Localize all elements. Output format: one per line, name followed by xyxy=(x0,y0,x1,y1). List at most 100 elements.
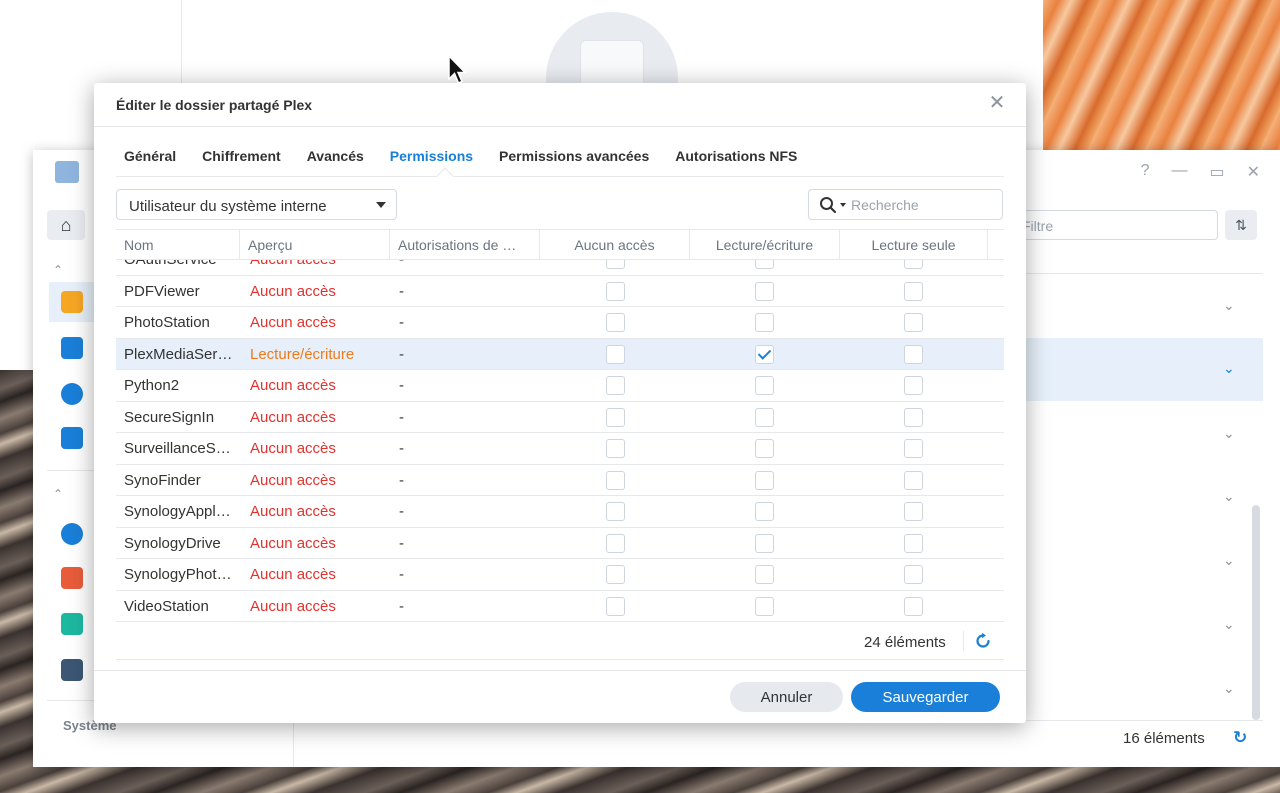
row-preview: Aucun accès xyxy=(250,534,336,552)
filter-input[interactable]: Filtre xyxy=(1013,210,1218,240)
no-access-checkbox[interactable] xyxy=(606,344,625,364)
read-write-checkbox[interactable] xyxy=(755,470,774,490)
no-access-checkbox[interactable] xyxy=(606,533,625,553)
table-row[interactable]: VideoStation Aucun accès - xyxy=(116,591,1004,622)
close-icon[interactable]: ✕ xyxy=(1247,162,1260,182)
read-only-checkbox[interactable] xyxy=(904,407,923,427)
tab-encryption[interactable]: Chiffrement xyxy=(202,148,281,164)
tab-permissions[interactable]: Permissions xyxy=(390,148,473,164)
sort-icon[interactable]: ⇅ xyxy=(1225,210,1257,240)
read-write-checkbox[interactable] xyxy=(755,407,774,427)
shield-icon xyxy=(61,613,83,635)
table-row[interactable]: SynologyDrive Aucun accès - xyxy=(116,528,1004,559)
read-only-checkbox[interactable] xyxy=(904,313,923,332)
row-preview: Lecture/écriture xyxy=(250,345,355,363)
search-options-caret-icon[interactable] xyxy=(840,203,846,207)
row-authorizations: - xyxy=(399,566,404,583)
read-only-checkbox[interactable] xyxy=(904,565,923,584)
read-write-checkbox[interactable] xyxy=(755,565,774,584)
user-type-select-value: Utilisateur du système interne xyxy=(129,198,327,215)
read-write-checkbox[interactable] xyxy=(755,313,774,332)
table-row[interactable]: PhotoStation Aucun accès - xyxy=(116,307,1004,339)
table-body: OAuthServiceAucun accès-PDFViewerAucun a… xyxy=(116,244,1004,622)
chevron-down-icon[interactable]: ⌄ xyxy=(1223,488,1235,505)
chevron-down-icon[interactable]: ⌄ xyxy=(1223,552,1235,569)
cancel-button[interactable]: Annuler xyxy=(730,682,843,712)
read-only-checkbox[interactable] xyxy=(904,502,923,521)
column-header-read-only[interactable]: Lecture seule xyxy=(840,230,988,260)
read-only-checkbox[interactable] xyxy=(904,533,923,553)
mouse-cursor-icon xyxy=(448,55,467,84)
column-header-no-access[interactable]: Aucun accès xyxy=(540,230,690,260)
save-button[interactable]: Sauvegarder xyxy=(851,682,1000,712)
tab-general[interactable]: Général xyxy=(124,148,176,164)
table-row[interactable]: SecureSignIn Aucun accès - xyxy=(116,402,1004,433)
home-icon[interactable]: ⌂ xyxy=(47,210,85,240)
chevron-down-icon[interactable]: ⌄ xyxy=(1223,360,1235,377)
wallpaper-orange xyxy=(1043,0,1280,150)
chevron-down-icon[interactable]: ⌄ xyxy=(1223,680,1235,697)
row-authorizations: - xyxy=(399,345,404,363)
no-access-checkbox[interactable] xyxy=(606,439,625,458)
search-icon[interactable] xyxy=(819,196,837,214)
read-write-checkbox[interactable] xyxy=(755,596,774,616)
edit-shared-folder-dialog: Éditer le dossier partagé Plex ✕ Général… xyxy=(94,83,1026,723)
no-access-checkbox[interactable] xyxy=(606,376,625,395)
read-only-checkbox[interactable] xyxy=(904,439,923,458)
read-only-checkbox[interactable] xyxy=(904,344,923,364)
scrollbar[interactable] xyxy=(1252,505,1260,720)
table-row[interactable]: Python2 Aucun accès - xyxy=(116,370,1004,402)
row-preview: Aucun accès xyxy=(250,314,336,331)
maximize-icon[interactable]: ▭ xyxy=(1209,162,1224,182)
read-only-checkbox[interactable] xyxy=(904,281,923,301)
close-icon[interactable]: ✕ xyxy=(987,93,1007,113)
row-preview: Aucun accès xyxy=(250,282,336,300)
table-row[interactable]: SynologyPhot… Aucun accès - xyxy=(116,559,1004,591)
read-write-checkbox[interactable] xyxy=(755,533,774,553)
no-access-checkbox[interactable] xyxy=(606,596,625,616)
no-access-checkbox[interactable] xyxy=(606,502,625,521)
user-type-select[interactable]: Utilisateur du système interne xyxy=(116,189,397,220)
tab-nfs-permissions[interactable]: Autorisations NFS xyxy=(675,148,797,164)
table-row[interactable]: SurveillanceS… Aucun accès - xyxy=(116,433,1004,465)
read-only-checkbox[interactable] xyxy=(904,596,923,616)
tabs-divider xyxy=(116,176,1004,177)
read-only-checkbox[interactable] xyxy=(904,470,923,490)
row-authorizations: - xyxy=(399,377,404,394)
column-header-preview[interactable]: Aperçu xyxy=(240,230,390,260)
column-header-authorizations[interactable]: Autorisations de … xyxy=(390,230,540,260)
no-access-checkbox[interactable] xyxy=(606,470,625,490)
no-access-checkbox[interactable] xyxy=(606,281,625,301)
table-row[interactable]: PDFViewer Aucun accès - xyxy=(116,276,1004,307)
table-header: Nom Aperçu Autorisations de … Aucun accè… xyxy=(116,230,1004,260)
tab-advanced[interactable]: Avancés xyxy=(307,148,364,164)
minimize-icon[interactable]: — xyxy=(1171,162,1187,182)
table-row[interactable]: SynologyAppl… Aucun accès - xyxy=(116,496,1004,528)
read-write-checkbox[interactable] xyxy=(755,376,774,395)
no-access-checkbox[interactable] xyxy=(606,313,625,332)
table-row[interactable]: SynoFinder Aucun accès - xyxy=(116,465,1004,496)
control-panel-app-icon xyxy=(55,161,79,183)
table-row[interactable]: PlexMediaSer… Lecture/écriture - xyxy=(116,338,1004,370)
tab-advanced-permissions[interactable]: Permissions avancées xyxy=(499,148,649,164)
row-name: PhotoStation xyxy=(124,314,210,331)
refresh-icon[interactable]: ↻ xyxy=(1233,728,1247,748)
read-write-checkbox[interactable] xyxy=(755,344,774,364)
read-write-checkbox[interactable] xyxy=(755,502,774,521)
column-header-read-write[interactable]: Lecture/écriture xyxy=(690,230,840,260)
refresh-icon[interactable] xyxy=(974,632,992,650)
no-access-checkbox[interactable] xyxy=(606,565,625,584)
help-icon[interactable]: ? xyxy=(1141,162,1150,182)
read-only-checkbox[interactable] xyxy=(904,376,923,395)
chevron-down-icon[interactable]: ⌄ xyxy=(1223,297,1235,314)
chevron-down-icon[interactable]: ⌄ xyxy=(1223,616,1235,633)
row-authorizations: - xyxy=(399,471,404,489)
no-access-checkbox[interactable] xyxy=(606,407,625,427)
chevron-down-icon[interactable]: ⌄ xyxy=(1223,425,1235,442)
read-write-checkbox[interactable] xyxy=(755,281,774,301)
read-write-checkbox[interactable] xyxy=(755,439,774,458)
row-authorizations: - xyxy=(399,534,404,552)
search-input[interactable] xyxy=(851,196,996,214)
column-header-name[interactable]: Nom xyxy=(116,230,240,260)
external-access-icon xyxy=(61,523,83,545)
